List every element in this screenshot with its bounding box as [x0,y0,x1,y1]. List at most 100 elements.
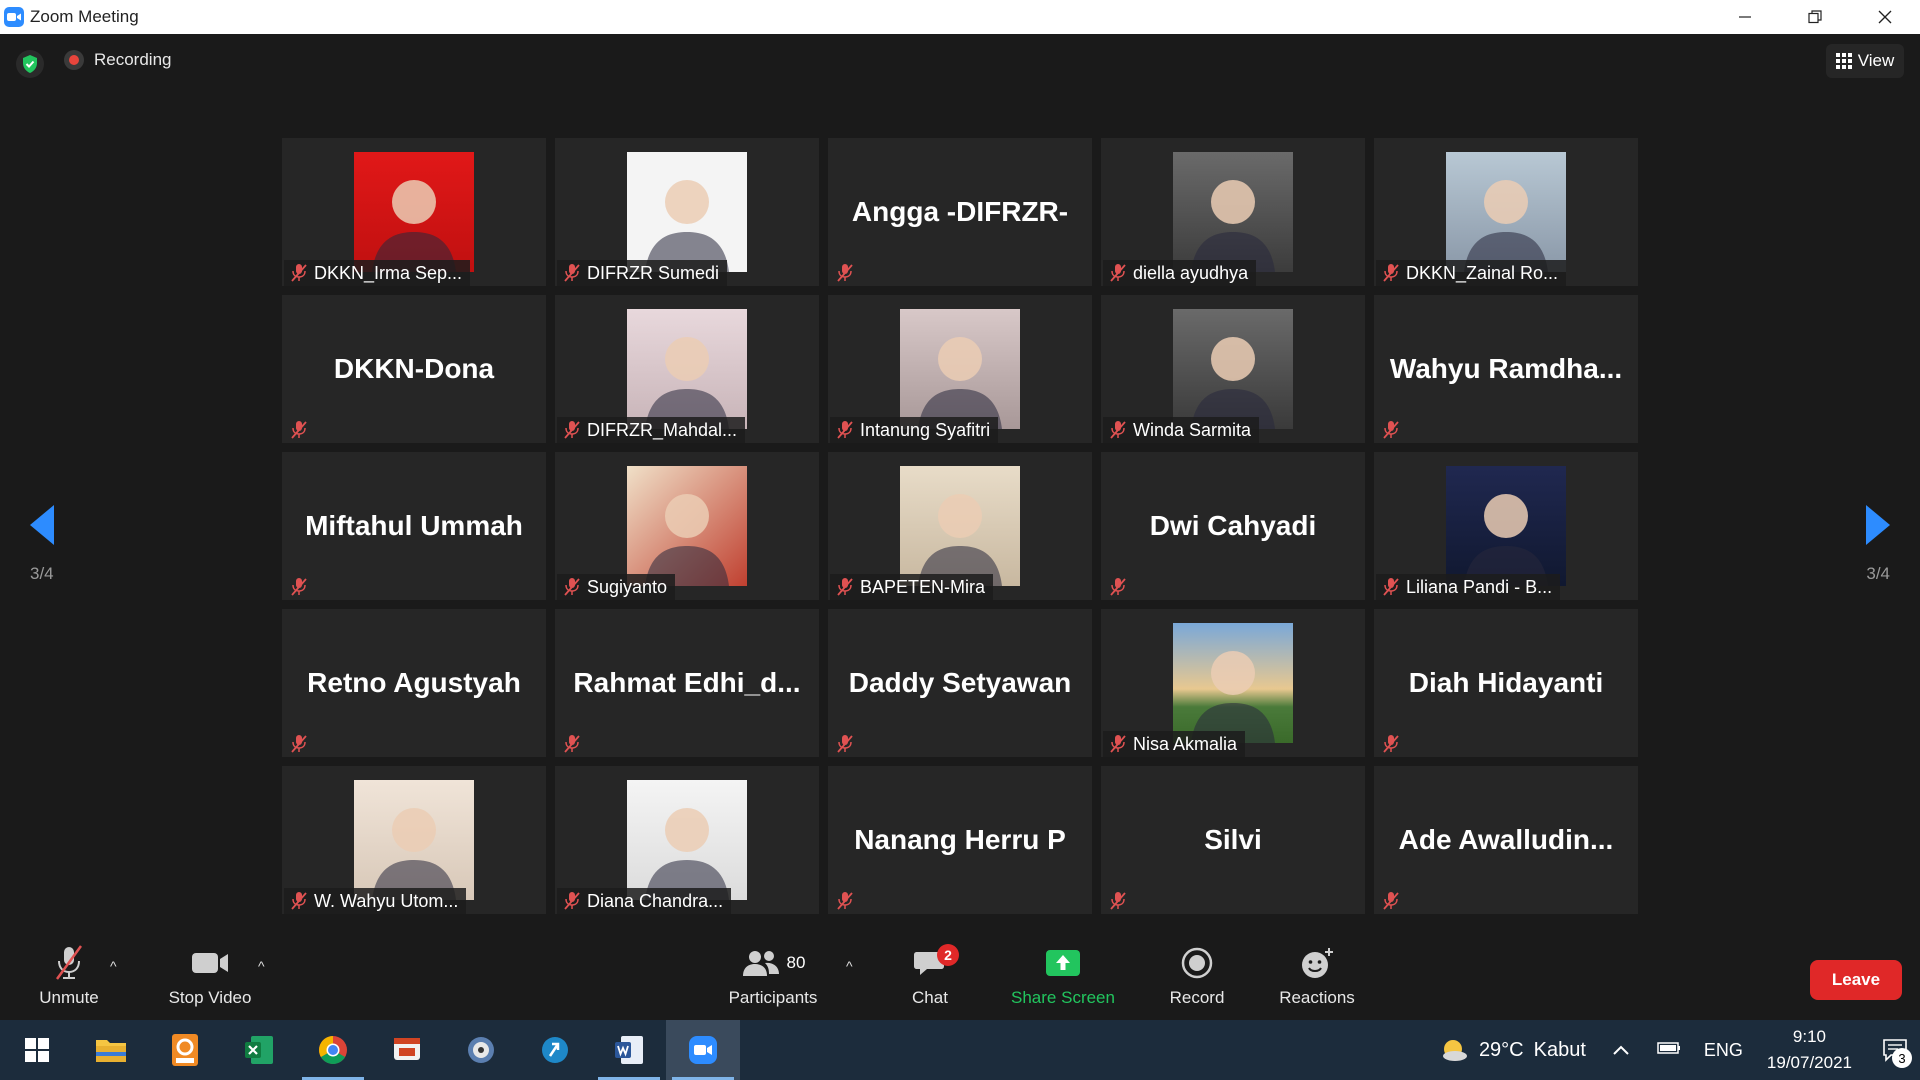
taskbar-sync-app[interactable] [518,1020,592,1080]
next-page-button[interactable] [1864,503,1892,552]
stop-video-button[interactable]: Stop Video [160,938,260,1020]
view-label: View [1857,51,1895,70]
participant-video [900,466,1020,586]
taskbar-powerpoint[interactable] [370,1020,444,1080]
muted-mic-icon [834,262,856,284]
participant-name-bar: DIFRZR Sumedi [557,260,728,286]
person-silhouette [918,337,1002,429]
participant-name-bar: Liliana Pandi - B... [1376,574,1561,600]
participant-count: 80 [786,953,806,972]
participant-tile[interactable]: DKKN_Zainal Ro... [1374,138,1638,286]
participant-name-bar: Diana Chandra... [557,888,732,914]
taskbar-file-explorer[interactable] [74,1020,148,1080]
participant-tile[interactable]: Intanung Syafitri [828,295,1092,443]
share-screen-button[interactable]: Share Screen [1004,938,1122,1020]
window-title: Zoom Meeting [30,7,139,26]
participants-options-caret-icon[interactable]: ^ [846,958,853,974]
participant-name-bar: BAPETEN-Mira [830,574,994,600]
previous-page-button[interactable] [28,503,56,552]
recording-dot-icon [64,50,84,70]
participants-button[interactable]: 80 Participants [718,938,828,1020]
participant-tile[interactable]: Diah Hidayanti [1374,609,1638,757]
participant-tile[interactable]: W. Wahyu Utom... [282,766,546,914]
share-screen-label: Share Screen [1011,988,1115,1007]
participant-tile[interactable]: diella ayudhya [1101,138,1365,286]
participant-tile[interactable]: Dwi Cahyadi [1101,452,1365,600]
participant-name: DKKN_Irma Sep... [314,262,463,283]
participant-tile[interactable]: Miftahul Ummah [282,452,546,600]
clock[interactable]: 9:10 19/07/2021 [1767,1024,1852,1076]
participant-name-bar [1103,888,1137,914]
unmute-button[interactable]: Unmute [32,938,106,1020]
participant-tile[interactable]: DKKN-Dona [282,295,546,443]
participant-tile[interactable]: Winda Sarmita [1101,295,1365,443]
participant-tile[interactable]: Wahyu Ramdha... [1374,295,1638,443]
show-hidden-icons-chevron-icon[interactable] [1612,1040,1630,1061]
notification-center-button[interactable]: 3 [1870,1020,1920,1080]
video-options-caret-icon[interactable]: ^ [258,958,265,974]
participant-tile[interactable]: DKKN_Irma Sep... [282,138,546,286]
participant-tile[interactable]: Angga -DIFRZR- [828,138,1092,286]
close-button[interactable] [1850,0,1920,34]
participant-tile[interactable]: Daddy Setyawan [828,609,1092,757]
person-silhouette [372,808,456,900]
word-icon [615,1036,643,1064]
taskbar-excel[interactable] [222,1020,296,1080]
chat-button[interactable]: 2 Chat [900,938,960,1020]
taskbar-word[interactable] [592,1020,666,1080]
muted-mic-icon [1380,576,1402,598]
restore-button[interactable] [1780,0,1850,34]
recording-indicator[interactable]: Recording [64,50,172,70]
participant-tile[interactable]: Liliana Pandi - B... [1374,452,1638,600]
participant-tile[interactable]: Nisa Akmalia [1101,609,1365,757]
participant-name: Winda Sarmita [1133,419,1252,440]
restore-icon [1808,10,1822,24]
participant-video [627,152,747,272]
participant-video [1173,152,1293,272]
muted-mic-icon [1107,419,1129,441]
participant-tile[interactable]: Ade Awalludin... [1374,766,1638,914]
audio-options-caret-icon[interactable]: ^ [110,958,117,974]
weather-widget[interactable]: 29°C Kabut [1439,1037,1586,1063]
taskbar-pdf-app[interactable] [148,1020,222,1080]
participant-tile[interactable]: Sugiyanto [555,452,819,600]
participant-name-bar: Intanung Syafitri [830,417,999,443]
participant-tile[interactable]: BAPETEN-Mira [828,452,1092,600]
participant-tile[interactable]: DIFRZR_Mahdal... [555,295,819,443]
participant-name: DIFRZR Sumedi [587,262,720,283]
person-silhouette [645,808,729,900]
participant-tile[interactable]: Rahmat Edhi_d... [555,609,819,757]
leave-button[interactable]: Leave [1810,960,1902,1000]
participant-name: Sugiyanto [587,576,668,597]
language-indicator[interactable]: ENG [1704,1040,1743,1061]
page-indicator-right: 3/4 [1866,564,1890,583]
unmute-label: Unmute [39,988,99,1007]
participant-tile[interactable]: Diana Chandra... [555,766,819,914]
participant-display-name: Miftahul Ummah [305,510,523,541]
participant-tile[interactable]: DIFRZR Sumedi [555,138,819,286]
chat-unread-badge: 2 [937,944,959,966]
arrow-left-icon [30,505,54,545]
participant-display-name: Rahmat Edhi_d... [573,667,801,698]
participant-tile[interactable]: Silvi [1101,766,1365,914]
view-button[interactable]: View [1826,44,1904,78]
security-shield-icon[interactable] [16,50,44,78]
windows-start-button[interactable] [0,1020,74,1080]
taskbar-chrome[interactable] [296,1020,370,1080]
folder-icon [96,1040,126,1062]
taskbar-media-app[interactable] [444,1020,518,1080]
person-silhouette [645,180,729,272]
record-button[interactable]: Record [1162,938,1232,1020]
arrow-right-icon [1866,505,1890,545]
muted-mic-icon [1107,890,1129,912]
record-label: Record [1169,988,1225,1007]
taskbar-zoom[interactable] [666,1020,740,1080]
muted-mic-icon [1107,262,1129,284]
participant-tile[interactable]: Retno Agustyah [282,609,546,757]
participant-name-bar [1376,731,1410,757]
participant-tile[interactable]: Nanang Herru P [828,766,1092,914]
minimize-button[interactable] [1710,0,1780,34]
battery-icon[interactable] [1656,1040,1682,1061]
participant-name-bar: DIFRZR_Mahdal... [557,417,746,443]
reactions-button[interactable]: Reactions [1274,938,1360,1020]
